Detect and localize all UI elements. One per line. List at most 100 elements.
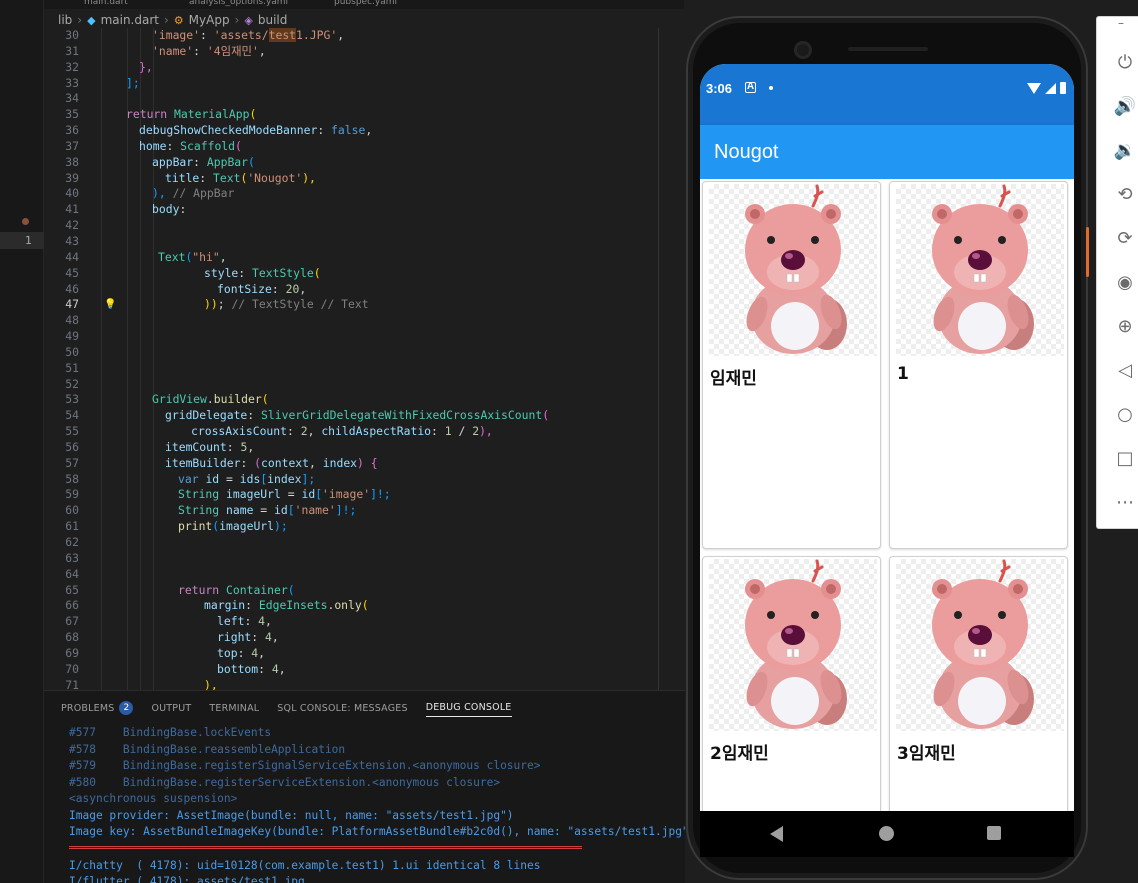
overview-icon[interactable]: □ [1113, 447, 1137, 471]
code-text: return Container( [178, 583, 295, 599]
code-line[interactable]: 61 print(imageUrl); [44, 519, 684, 535]
code-line[interactable]: 55 crossAxisCount: 2, childAspectRatio: 1… [44, 424, 684, 440]
code-token: : [287, 424, 301, 439]
breadcrumb-method[interactable]: build [258, 13, 288, 27]
code-line[interactable]: 45 style: TextStyle( [44, 266, 684, 282]
code-line[interactable]: 42 [44, 218, 684, 234]
panel-tab-problems[interactable]: PROBLEMS 2 [61, 699, 134, 717]
code-line[interactable]: 54 gridDelegate: SliverGridDelegateWithFi… [44, 408, 684, 424]
code-token: "hi" [192, 249, 220, 264]
code-line[interactable]: 66 margin: EdgeInsets.only( [44, 598, 684, 614]
device-side-button[interactable] [1086, 227, 1089, 277]
code-line[interactable]: 71), [44, 678, 684, 690]
volume-down-icon[interactable]: 🔉 [1113, 139, 1137, 163]
console-line: I/flutter ( 4178): assets/test1.jpg [69, 875, 305, 883]
breakpoint-dot[interactable] [22, 218, 29, 225]
panel-tab-sql-console-messages[interactable]: SQL CONSOLE: MESSAGES [277, 699, 407, 717]
code-line[interactable]: 33]; [44, 76, 684, 92]
camera-icon[interactable]: ◉ [1113, 271, 1137, 295]
code-line[interactable]: 53 GridView.builder( [44, 392, 684, 408]
code-line[interactable]: 57 itemBuilder: (context, index) { [44, 456, 684, 472]
code-line[interactable]: 49 [44, 329, 684, 345]
breadcrumb-file[interactable]: main.dart [101, 13, 159, 27]
code-line[interactable]: 63 [44, 551, 684, 567]
grid-card[interactable]: 1 [889, 181, 1068, 549]
grid-card[interactable]: 2임재민 [702, 556, 881, 811]
rotate-left-icon[interactable]: ⟲ [1113, 183, 1137, 207]
nav-recents-icon[interactable] [987, 826, 1001, 840]
volume-up-icon[interactable]: 🔊 [1113, 95, 1137, 119]
line-number: 61 [65, 519, 79, 534]
panel-tab-terminal[interactable]: TERMINAL [209, 699, 259, 717]
code-line[interactable]: 38 appBar: AppBar( [44, 155, 684, 171]
error-separator [69, 845, 582, 849]
nav-home-icon[interactable] [879, 826, 894, 841]
code-line[interactable]: 37 home: Scaffold( [44, 139, 684, 155]
code-line[interactable]: 69 top: 4, [44, 646, 684, 662]
debug-console[interactable]: #577 BindingBase.lockEvents #578 BindingB… [69, 725, 685, 883]
zoom-icon[interactable]: ⊕ [1113, 315, 1137, 339]
nav-back-icon[interactable] [770, 826, 783, 842]
code-line[interactable]: 32}, [44, 60, 684, 76]
code-line[interactable]: 62 [44, 535, 684, 551]
breadcrumb-lib[interactable]: lib [58, 13, 72, 27]
grid-view[interactable]: 임재민 1 2임재민 3임재민 [700, 179, 1074, 811]
code-line[interactable]: 51 [44, 361, 684, 377]
code-token: : [238, 265, 253, 280]
line-number: 44 [65, 249, 79, 264]
code-token: right [217, 630, 252, 645]
code-text: return MaterialApp( [126, 107, 256, 123]
code-line[interactable]: 56 itemCount: 5, [44, 440, 684, 456]
line-number: 47 [65, 297, 79, 312]
code-line[interactable]: 64 [44, 567, 684, 583]
power-icon[interactable]: ⏻ [1113, 51, 1137, 75]
code-line[interactable]: 58 var id = ids[index]; [44, 472, 684, 488]
line-number: 32 [65, 59, 79, 74]
code-line[interactable]: 50 [44, 345, 684, 361]
back-icon[interactable]: ◁ [1113, 359, 1137, 383]
code-line[interactable]: 36 debugShowCheckedModeBanner: false, [44, 123, 684, 139]
code-line[interactable]: 47 💡)); // TextStyle // Text [44, 297, 684, 313]
code-line[interactable]: 39 title: Text('Nougot'), [44, 171, 684, 187]
tab-main-dart[interactable]: main.dart [84, 0, 128, 9]
code-line[interactable]: 68 right: 4, [44, 630, 684, 646]
code-line[interactable]: 41 body: [44, 202, 684, 218]
code-text: title: Text('Nougot'), [165, 171, 316, 187]
panel-tab-output[interactable]: OUTPUT [151, 699, 191, 717]
code-line[interactable]: 52 [44, 377, 684, 393]
code-line[interactable]: 60 String name = id['name']!; [44, 503, 684, 519]
code-line[interactable]: 59 String imageUrl = id['image']!; [44, 487, 684, 503]
breadcrumb-class[interactable]: MyApp [189, 13, 230, 27]
code-line[interactable]: 43 [44, 234, 684, 250]
code-line[interactable]: 44 Text("hi", [44, 250, 684, 266]
code-line[interactable]: 40), // AppBar [44, 186, 684, 202]
code-line[interactable]: 30 'image': 'assets/test1.JPG', [44, 28, 684, 44]
panel-tab-debug-console[interactable]: DEBUG CONSOLE [425, 699, 512, 717]
grid-card[interactable]: 임재민 [702, 181, 881, 549]
code-line[interactable]: 65 return Container( [44, 583, 684, 599]
tab-pubspec[interactable]: pubspec.yaml [334, 0, 397, 9]
code-line[interactable]: 34 [44, 91, 684, 107]
lightbulb-icon[interactable]: 💡 [104, 297, 116, 313]
tab-analysis-options[interactable]: analysis_options.yaml [189, 0, 288, 9]
close-icon[interactable]: × [1133, 11, 1138, 35]
code-token: GridView [152, 392, 207, 407]
line-number: 71 [65, 677, 79, 690]
code-editor[interactable]: 30 'image': 'assets/test1.JPG', 31 'name': … [44, 28, 684, 690]
code-line[interactable]: 31 'name': '4임재민', [44, 44, 684, 60]
system-icons [1027, 82, 1066, 94]
emulator-screen[interactable]: 3:06 A Nougot 임재민 1 2임재민 3임재민 [700, 64, 1074, 857]
more-icon[interactable]: ⋯ [1113, 491, 1137, 515]
rotate-right-icon[interactable]: ⟳ [1113, 227, 1137, 251]
signal-icon [1045, 82, 1056, 94]
code-line[interactable]: 46 fontSize: 20, [44, 282, 684, 298]
code-line[interactable]: 35 return MaterialApp( [44, 107, 684, 123]
home-icon[interactable]: ○ [1113, 403, 1137, 427]
line-number: 36 [65, 123, 79, 138]
grid-card[interactable]: 3임재민 [889, 556, 1068, 811]
code-token: , [219, 249, 227, 264]
code-line[interactable]: 67 left: 4, [44, 614, 684, 630]
code-line[interactable]: 48 [44, 313, 684, 329]
minimize-icon[interactable]: – [1109, 11, 1133, 35]
code-line[interactable]: 70 bottom: 4, [44, 662, 684, 678]
